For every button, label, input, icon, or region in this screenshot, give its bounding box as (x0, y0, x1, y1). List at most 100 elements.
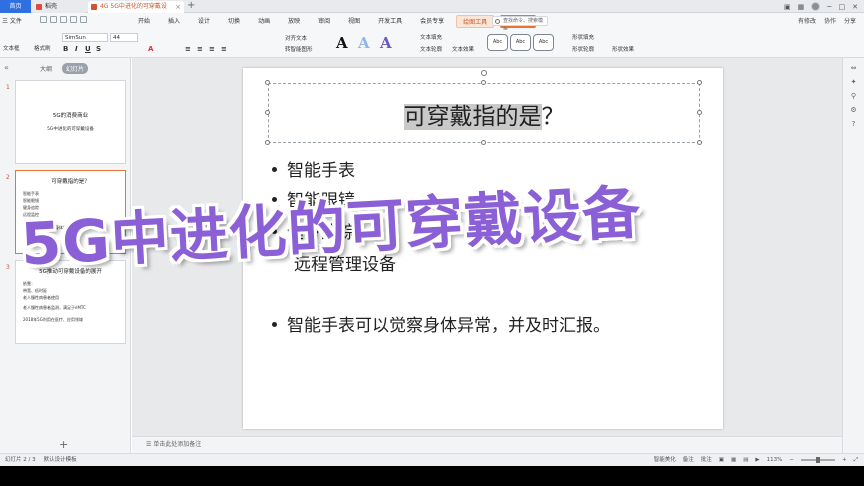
window-close-icon[interactable]: ✕ (852, 3, 858, 11)
collapse-icon[interactable]: « (4, 63, 9, 72)
tab-document[interactable]: 4G 5G中进化的可穿戴设备.pptx × (88, 1, 184, 22)
align-left-icon[interactable]: ≡ (185, 45, 191, 53)
print-icon[interactable] (50, 16, 57, 23)
menu-review[interactable]: 审阅 (312, 15, 336, 28)
shape-effect-button[interactable]: 形状效果 (612, 45, 634, 53)
file-menu[interactable]: 三 文件 (2, 16, 22, 27)
collaborate-button[interactable]: 协作 (824, 16, 836, 27)
text-outline-button[interactable]: 文本轮廓 (420, 45, 442, 53)
align-text-button[interactable]: 对齐文本 (285, 34, 307, 42)
slide-thumbnail-1[interactable]: 5G的消费商业 5G中进化的可穿戴设备 (15, 80, 126, 164)
tab-outline[interactable]: 大纲 (40, 64, 52, 73)
italic-icon[interactable]: I (75, 45, 78, 53)
share-button[interactable]: 分享 (844, 16, 856, 27)
resize-handle[interactable] (697, 80, 702, 85)
add-slide-button[interactable]: + (59, 438, 68, 451)
text-style-purple[interactable]: A (380, 34, 392, 52)
slide-bullet[interactable]: 智能手表可以觉察身体异常，并及时汇报。 (272, 311, 610, 336)
play-icon[interactable]: ▶ (755, 454, 759, 466)
menu-transition[interactable]: 切换 (222, 15, 246, 28)
preview-icon[interactable] (60, 16, 67, 23)
zoom-slider[interactable] (800, 457, 835, 463)
shape-style-1[interactable]: Abc (487, 34, 508, 51)
resize-handle[interactable] (265, 80, 270, 85)
fit-window-icon[interactable]: ⤢ (854, 454, 858, 466)
menu-slideshow[interactable]: 放映 (282, 15, 306, 28)
menu-view[interactable]: 视图 (342, 15, 366, 28)
tab-home[interactable]: 首页 (0, 0, 31, 13)
unsaved-status[interactable]: 有修改 (798, 16, 816, 27)
zoom-level[interactable]: 113% (767, 454, 783, 466)
tab-slides[interactable]: 幻灯片 (62, 63, 89, 74)
resize-handle[interactable] (481, 80, 486, 85)
zoom-out-icon[interactable]: − (789, 454, 794, 466)
bold-icon[interactable]: B (63, 45, 68, 53)
comments-button[interactable]: 批注 (701, 454, 712, 466)
undo-icon[interactable] (70, 16, 77, 23)
strike-icon[interactable]: S (96, 45, 101, 53)
new-tab-button[interactable]: + (187, 0, 195, 12)
layout-icon[interactable]: ▣ (784, 3, 791, 11)
text-fill-button[interactable]: 文本填充 (420, 33, 442, 41)
menu-start[interactable]: 开始 (132, 15, 156, 28)
menu-design[interactable]: 设计 (192, 15, 216, 28)
underline-icon[interactable]: U (85, 45, 91, 53)
redo-icon[interactable] (80, 16, 87, 23)
tab-docer[interactable]: 稻壳 (33, 1, 85, 13)
expand-icon[interactable]: ⇔ (850, 64, 858, 72)
minimize-icon[interactable]: ─ (827, 3, 831, 11)
smart-art-button[interactable]: 转智能图形 (285, 45, 313, 53)
close-icon[interactable]: × (175, 1, 181, 13)
status-bar: 幻灯片 2 / 3 默认设计模板 智能美化 备注 批注 ▣ ▦ ▤ ▶ 113%… (0, 453, 864, 466)
rotate-handle[interactable] (481, 70, 487, 76)
command-search[interactable]: 查找命令、搜索模板 (492, 16, 548, 33)
font-color-icon[interactable]: A (148, 45, 153, 53)
menu-insert[interactable]: 插入 (162, 15, 186, 28)
text-style-blue[interactable]: A (358, 34, 370, 52)
resize-handle[interactable] (265, 140, 270, 145)
thumb-bullet: 老人慢性病患者使用 (23, 295, 59, 300)
maximize-icon[interactable]: □ (839, 3, 846, 11)
shape-outline-button[interactable]: 形状轮廓 (572, 45, 594, 53)
menu-animation[interactable]: 动画 (252, 15, 276, 28)
menu-developer[interactable]: 开发工具 (372, 15, 408, 28)
shape-fill-button[interactable]: 形状填充 (572, 33, 594, 41)
star-icon[interactable]: ✦ (850, 78, 858, 86)
shape-style-2[interactable]: Abc (510, 34, 531, 51)
settings-icon[interactable]: ⚙ (850, 106, 858, 114)
beautify-button[interactable]: 智能美化 (654, 454, 676, 466)
align-right-icon[interactable]: ≡ (209, 45, 215, 53)
zoom-in-icon[interactable]: + (842, 454, 847, 466)
font-size-select[interactable]: 44 (110, 33, 138, 42)
notes-pane[interactable]: ☰ 单击此处添加备注 (132, 436, 842, 453)
pin-icon[interactable]: ⚲ (850, 92, 858, 100)
remarks-button[interactable]: 备注 (683, 454, 694, 466)
help-icon[interactable]: ? (850, 120, 858, 128)
slide-title[interactable]: 可穿戴指的是？ (268, 97, 700, 131)
resize-handle[interactable] (697, 140, 702, 145)
slide-counter: 幻灯片 2 / 3 (5, 457, 36, 463)
search-icon (495, 19, 500, 24)
textbox-button[interactable]: 文本框 (3, 44, 20, 52)
sorter-view-icon[interactable]: ▦ (731, 454, 736, 466)
menu-member[interactable]: 会员专享 (414, 15, 450, 28)
save-icon[interactable] (40, 16, 47, 23)
shape-style-3[interactable]: Abc (533, 34, 554, 51)
zoom-thumb[interactable] (815, 457, 820, 463)
thumb-subtitle: 5G中进化的可穿戴设备 (47, 127, 94, 132)
text-style-black[interactable]: A (336, 34, 348, 52)
resize-handle[interactable] (481, 140, 486, 145)
menu-drawing-tools[interactable]: 绘图工具 (456, 15, 495, 28)
slide-bullet[interactable]: 智能手表 (272, 156, 355, 181)
reading-view-icon[interactable]: ▤ (743, 454, 748, 466)
normal-view-icon[interactable]: ▣ (719, 454, 724, 466)
avatar[interactable] (811, 2, 821, 11)
grid-icon[interactable]: ▦ (798, 3, 805, 11)
right-task-pane: ⇔ ✦ ⚲ ⚙ ? (842, 58, 864, 453)
text-effect-button[interactable]: 文本效果 (452, 45, 474, 53)
format-brush-button[interactable]: 格式刷 (34, 44, 51, 52)
justify-icon[interactable]: ≡ (221, 45, 227, 53)
bullet-dot (272, 167, 277, 172)
align-center-icon[interactable]: ≡ (197, 45, 203, 53)
font-name-select[interactable]: SimSun (62, 33, 108, 42)
